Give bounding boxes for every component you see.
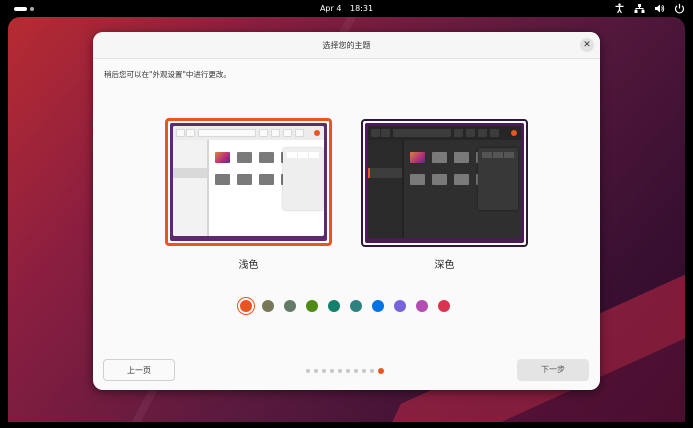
top-bar: Apr 4 18:31: [0, 0, 693, 17]
accent-color-swatch[interactable]: [240, 300, 252, 312]
page-dot: [354, 369, 358, 373]
accent-color-swatch[interactable]: [438, 300, 450, 312]
accent-color-swatch[interactable]: [262, 300, 274, 312]
dark-theme-preview: [365, 123, 524, 243]
dialog-title: 选择您的主题: [322, 41, 371, 50]
dialog-header: 选择您的主题 ✕: [93, 32, 600, 59]
page-dot: [370, 369, 374, 373]
accent-color-picker: [240, 300, 450, 312]
light-theme-preview: [170, 123, 327, 241]
next-button[interactable]: 下一步: [517, 359, 589, 381]
accessibility-icon[interactable]: [614, 3, 625, 14]
accent-color-swatch[interactable]: [416, 300, 428, 312]
back-button[interactable]: 上一页: [103, 359, 175, 381]
page-dot: [322, 369, 326, 373]
page-dot: [330, 369, 334, 373]
theme-label-light: 浅色: [238, 260, 259, 271]
page-dot: [362, 369, 366, 373]
clock-date: Apr 4: [319, 4, 342, 13]
page-dot: [346, 369, 350, 373]
clock-time: 18:31: [349, 4, 374, 13]
page-dot: [338, 369, 342, 373]
accent-color-swatch[interactable]: [284, 300, 296, 312]
network-icon[interactable]: [634, 3, 645, 14]
volume-icon[interactable]: [654, 3, 665, 14]
theme-label-dark: 深色: [434, 260, 455, 271]
accent-color-swatch[interactable]: [328, 300, 340, 312]
accent-color-swatch[interactable]: [350, 300, 362, 312]
theme-option-light[interactable]: [165, 118, 332, 246]
page-dot: [306, 369, 310, 373]
theme-dialog: 选择您的主题 ✕ 稍后您可以在"外观设置"中进行更改。 浅色 深色 上一页 下一…: [93, 32, 600, 390]
power-icon[interactable]: [674, 3, 685, 14]
accent-color-swatch[interactable]: [394, 300, 406, 312]
page-indicator: [306, 368, 384, 374]
close-button[interactable]: ✕: [580, 38, 594, 52]
page-dot: [378, 368, 384, 374]
hint-text: 稍后您可以在"外观设置"中进行更改。: [104, 70, 231, 79]
accent-color-swatch[interactable]: [372, 300, 384, 312]
page-dot: [314, 369, 318, 373]
clock[interactable]: Apr 4 18:31: [0, 4, 693, 13]
accent-color-swatch[interactable]: [306, 300, 318, 312]
theme-option-dark[interactable]: [361, 119, 528, 247]
system-tray[interactable]: [614, 3, 685, 14]
